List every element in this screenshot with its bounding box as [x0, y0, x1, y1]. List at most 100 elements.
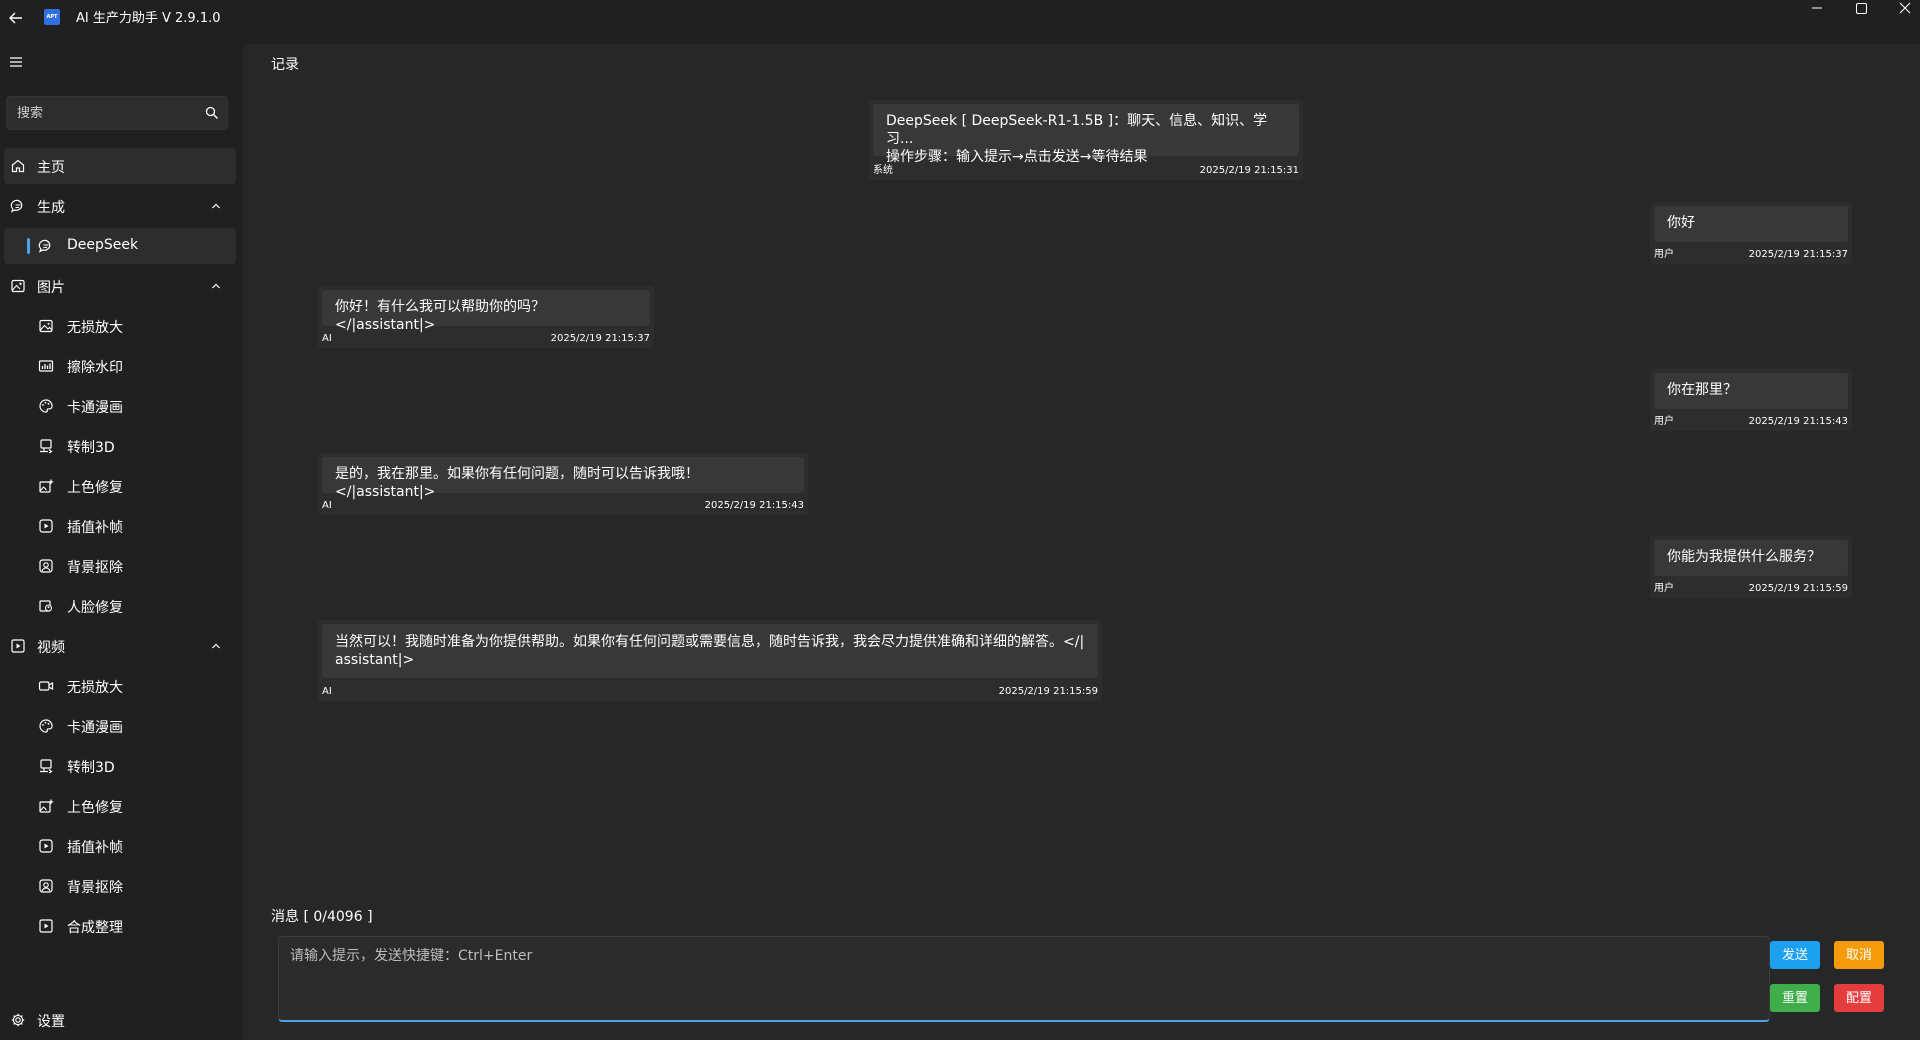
- message-text-line: 操作步骤：输入提示→点击发送→等待结果: [886, 149, 1148, 165]
- search-input[interactable]: [7, 97, 197, 129]
- sidebar-item-image-colorize[interactable]: 上色修复: [4, 468, 236, 504]
- message-text: 是的，我在那里。如果你有任何问题，随时可以告诉我哦！</|assistant|>: [335, 466, 699, 500]
- sidebar-item-video-cartoon[interactable]: 卡通漫画: [4, 708, 236, 744]
- sidebar-item-label: 转制3D: [67, 440, 115, 456]
- sidebar-item-image-watermark[interactable]: 擦除水印: [4, 348, 236, 384]
- sidebar-item-video-interpolate[interactable]: 插值补帧: [4, 828, 236, 864]
- face-icon: [39, 600, 53, 612]
- title-bar: APT AI 生产力助手 V 2.9.1.0: [0, 0, 1920, 34]
- sidebar-item-label: 无损放大: [67, 680, 123, 696]
- minimize-icon[interactable]: [1794, 0, 1840, 20]
- reset-button[interactable]: 重置: [1770, 984, 1820, 1012]
- app-logo: APT: [44, 9, 60, 25]
- sidebar-item-label: 转制3D: [67, 760, 115, 776]
- sidebar-item-deepseek[interactable]: DeepSeek: [4, 228, 236, 264]
- sidebar-item-label: 上色修复: [67, 800, 123, 816]
- sidebar-item-video-3d[interactable]: 转制3D: [4, 748, 236, 784]
- ai-message: 当然可以！我随时准备为你提供帮助。如果你有任何问题或需要信息，随时告诉我，我会尽…: [318, 620, 1102, 701]
- message-sender: 用户: [1654, 583, 1674, 594]
- message-text: 你能为我提供什么服务？: [1667, 549, 1821, 565]
- message-bubble: 你在那里？: [1654, 373, 1848, 409]
- image-add-icon: [39, 799, 54, 813]
- sidebar-item-settings[interactable]: 设置: [4, 1002, 236, 1038]
- message-timestamp: 2025/2/19 21:15:43: [704, 500, 804, 511]
- home-icon: [11, 159, 25, 173]
- palette-icon: [39, 399, 53, 413]
- sidebar-item-image-3d[interactable]: 转制3D: [4, 428, 236, 464]
- sidebar-group-video[interactable]: 视频: [4, 628, 236, 664]
- message-timestamp: 2025/2/19 21:15:59: [998, 686, 1098, 697]
- sidebar-item-image-bg-remove[interactable]: 背景抠除: [4, 548, 236, 584]
- selected-indicator: [27, 238, 30, 254]
- user-message: 你能为我提供什么服务？ 用户 2025/2/19 21:15:59: [1650, 536, 1852, 598]
- user-message: 你在那里？ 用户 2025/2/19 21:15:43: [1650, 369, 1852, 431]
- message-text: 你在那里？: [1667, 382, 1737, 398]
- message-timestamp: 2025/2/19 21:15:37: [1748, 249, 1848, 260]
- back-arrow-icon[interactable]: [6, 8, 26, 28]
- image-icon: [11, 279, 25, 293]
- chevron-up-icon[interactable]: [210, 200, 222, 212]
- sidebar-item-home[interactable]: 主页: [4, 148, 236, 184]
- message-timestamp: 2025/2/19 21:15:59: [1748, 583, 1848, 594]
- sidebar-item-image-cartoon[interactable]: 卡通漫画: [4, 388, 236, 424]
- sidebar-item-video-upscale[interactable]: 无损放大: [4, 668, 236, 704]
- sidebar-item-label: 图片: [37, 280, 65, 296]
- photo-icon: [39, 319, 53, 333]
- sidebar-group-image[interactable]: 图片: [4, 268, 236, 304]
- sidebar-item-video-colorize[interactable]: 上色修复: [4, 788, 236, 824]
- message-text-line: assistant|>: [335, 652, 415, 668]
- send-button[interactable]: 发送: [1770, 941, 1820, 969]
- sidebar-item-label: 背景抠除: [67, 880, 123, 896]
- sidebar-item-label: 卡通漫画: [67, 400, 123, 416]
- sidebar-item-image-upscale[interactable]: 无损放大: [4, 308, 236, 344]
- sidebar-item-label: 人脸修复: [67, 600, 123, 616]
- chat-bubble-icon: [10, 199, 23, 213]
- image-add-icon: [39, 479, 54, 493]
- chevron-up-icon[interactable]: [210, 640, 222, 652]
- message-text: 你好！有什么我可以帮助你的吗？</|assistant|>: [335, 299, 545, 333]
- message-bubble: 你好: [1654, 206, 1848, 242]
- config-button[interactable]: 配置: [1834, 984, 1884, 1012]
- message-sender: 系统: [873, 165, 893, 176]
- sidebar-item-label: DeepSeek: [67, 237, 139, 253]
- sidebar-item-label: 设置: [37, 1014, 65, 1030]
- message-sender: 用户: [1654, 249, 1674, 260]
- record-title: 记录: [271, 57, 299, 73]
- message-sender: AI: [322, 686, 332, 697]
- chevron-up-icon[interactable]: [210, 280, 222, 292]
- sidebar-item-video-bg-remove[interactable]: 背景抠除: [4, 868, 236, 904]
- sidebar-item-label: 合成整理: [67, 920, 123, 936]
- message-sender: AI: [322, 333, 332, 344]
- close-icon[interactable]: [1882, 0, 1920, 20]
- sidebar-item-image-face[interactable]: 人脸修复: [4, 588, 236, 624]
- sidebar-group-generate[interactable]: 生成: [4, 188, 236, 224]
- bar-chart-icon: [38, 360, 54, 372]
- ai-message: 你好！有什么我可以帮助你的吗？</|assistant|> AI 2025/2/…: [318, 286, 654, 348]
- message-text-line: DeepSeek [ DeepSeek-R1-1.5B ]：聊天、信息、知识、学…: [886, 113, 1268, 147]
- sidebar: 主页 生成 DeepSeek 图片: [0, 34, 240, 1040]
- message-bubble: DeepSeek [ DeepSeek-R1-1.5B ]：聊天、信息、知识、学…: [873, 104, 1299, 165]
- message-sender: AI: [322, 500, 332, 511]
- message-timestamp: 2025/2/19 21:15:43: [1748, 416, 1848, 427]
- message-bubble: 当然可以！我随时准备为你提供帮助。如果你有任何问题或需要信息，随时告诉我，我会尽…: [322, 624, 1098, 678]
- search-icon[interactable]: [205, 106, 219, 120]
- hamburger-menu-icon[interactable]: [8, 54, 24, 70]
- message-bubble: 是的，我在那里。如果你有任何问题，随时可以告诉我哦！</|assistant|>: [322, 457, 804, 500]
- sidebar-item-label: 背景抠除: [67, 560, 123, 576]
- message-bubble: 你好！有什么我可以帮助你的吗？</|assistant|>: [322, 290, 650, 333]
- sidebar-item-label: 插值补帧: [67, 840, 123, 856]
- sidebar-item-label: 上色修复: [67, 480, 123, 496]
- sidebar-item-image-interpolate[interactable]: 插值补帧: [4, 508, 236, 544]
- cancel-button[interactable]: 取消: [1834, 941, 1884, 969]
- message-text-line: 当然可以！我随时准备为你提供帮助。如果你有任何问题或需要信息，随时告诉我，我会尽…: [335, 634, 1085, 650]
- sidebar-item-label: 生成: [37, 200, 65, 216]
- user-message: 你好 用户 2025/2/19 21:15:37: [1650, 202, 1852, 264]
- prompt-input[interactable]: [278, 936, 1770, 1022]
- message-timestamp: 2025/2/19 21:15:31: [1199, 165, 1299, 176]
- system-message: DeepSeek [ DeepSeek-R1-1.5B ]：聊天、信息、知识、学…: [869, 100, 1303, 180]
- play-icon: [39, 839, 53, 853]
- ai-message: 是的，我在那里。如果你有任何问题，随时可以告诉我哦！</|assistant|>…: [318, 453, 808, 515]
- message-count-label: 消息 [ 0/4096 ]: [271, 909, 373, 925]
- maximize-icon[interactable]: [1838, 0, 1884, 20]
- sidebar-item-video-compose[interactable]: 合成整理: [4, 908, 236, 944]
